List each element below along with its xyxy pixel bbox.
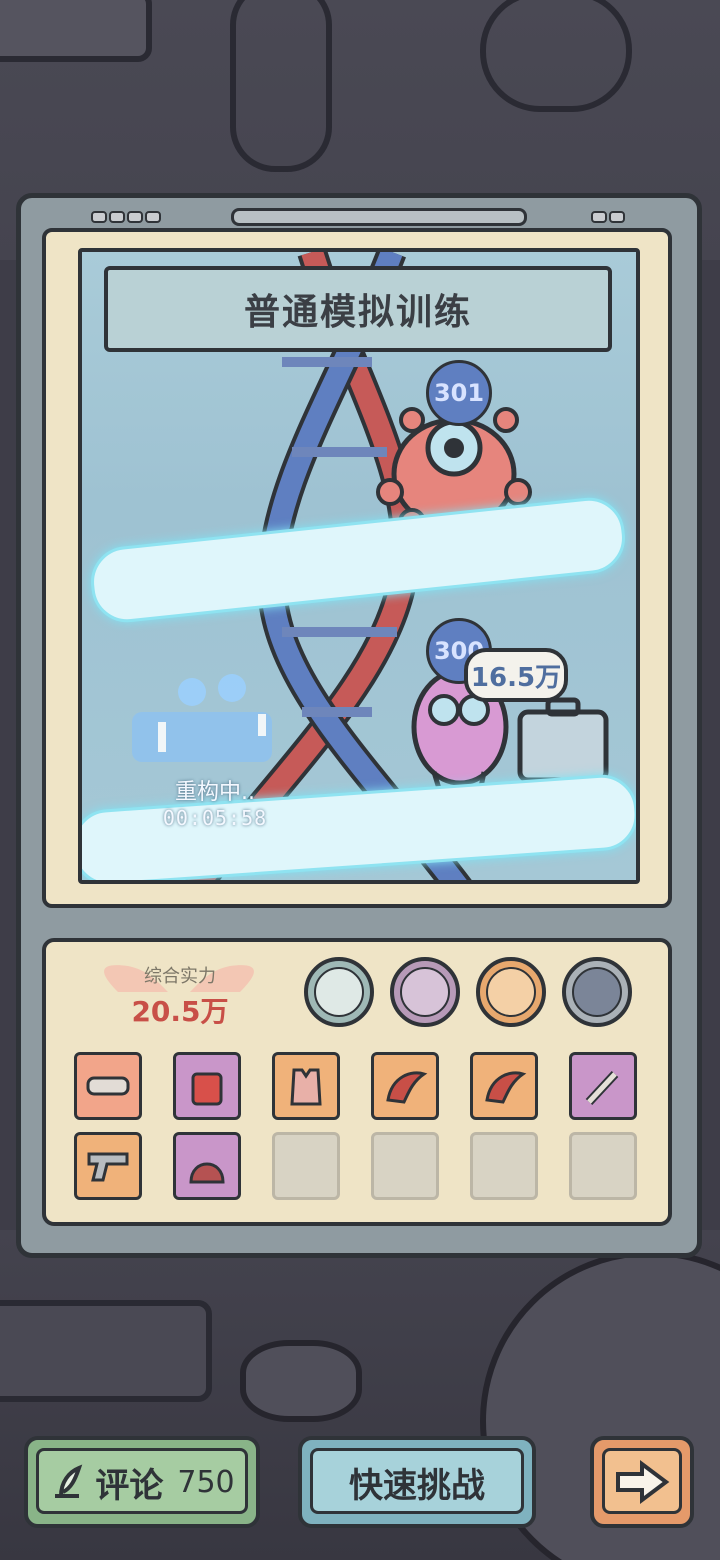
equipment-slot-pistol[interactable] xyxy=(74,1132,142,1200)
suitcase-icon xyxy=(517,697,609,783)
fast-challenge-button[interactable]: 快速挑战 xyxy=(298,1436,536,1528)
page-title: 普通模拟训练 xyxy=(243,292,472,333)
level-badge-upper: 301 xyxy=(426,360,492,426)
wing-boots-icon xyxy=(386,1071,428,1104)
equipment-slot-armor-vest[interactable] xyxy=(272,1052,340,1120)
equipment-slot-empty[interactable] xyxy=(371,1132,439,1200)
indicator-light xyxy=(145,211,161,223)
equipment-slot-helmet[interactable] xyxy=(173,1132,241,1200)
helmet-icon xyxy=(189,1162,225,1184)
rebuild-timer: 00:05:58 xyxy=(162,806,268,830)
indicator-light xyxy=(591,211,607,223)
wing-boots-icon xyxy=(485,1071,527,1104)
pipe xyxy=(480,0,632,112)
frame-slot xyxy=(231,208,527,226)
enemy-power-bubble: 16.5万 xyxy=(464,648,568,702)
comment-count: 750 xyxy=(177,1464,235,1500)
equipment-slot-wrench[interactable] xyxy=(569,1052,637,1120)
pipe xyxy=(230,0,332,172)
indicator-light xyxy=(127,211,143,223)
heal-skill-icon[interactable] xyxy=(562,957,632,1027)
fast-challenge-label: 快速挑战 xyxy=(349,1465,485,1506)
indicator-light xyxy=(609,211,625,223)
power-value: 20.5万 xyxy=(131,995,229,1028)
equipment-slot-wing-boots[interactable] xyxy=(371,1052,439,1120)
pistol-icon xyxy=(87,1152,129,1182)
pipe xyxy=(0,0,152,62)
enemy-power-value: 16.5万 xyxy=(470,662,562,693)
equipment-slot-tag[interactable] xyxy=(173,1052,241,1120)
comment-label: 评论 xyxy=(95,1465,164,1506)
equipment-slot-empty[interactable] xyxy=(569,1132,637,1200)
equipment-slot-empty[interactable] xyxy=(470,1132,538,1200)
equipment-slot-visor[interactable] xyxy=(74,1052,142,1120)
equipment-slot-empty[interactable] xyxy=(272,1132,340,1200)
equipment-slot-wing-boots-2[interactable] xyxy=(470,1052,538,1120)
chest-skill-icon[interactable] xyxy=(476,957,546,1027)
crate xyxy=(0,1300,212,1402)
quill-icon xyxy=(55,1464,83,1498)
hologram-machine-icon xyxy=(132,674,272,762)
title-plate: 普通模拟训练 xyxy=(104,266,612,352)
bucket xyxy=(240,1340,362,1422)
armor-vest-icon xyxy=(290,1068,322,1106)
next-button[interactable] xyxy=(590,1436,694,1528)
indicator-light xyxy=(109,211,125,223)
power-label: 综合实力 xyxy=(144,966,216,987)
angel-skill-icon[interactable] xyxy=(304,957,374,1027)
comment-button[interactable]: 评论 750 xyxy=(24,1436,260,1528)
rune-skill-icon[interactable] xyxy=(390,957,460,1027)
tag-icon xyxy=(191,1072,223,1106)
visor-icon xyxy=(86,1076,130,1096)
arrow-right-icon xyxy=(616,1460,670,1504)
indicator-light xyxy=(91,211,107,223)
rebuild-status: 重构中.. xyxy=(175,780,255,805)
wrench-icon xyxy=(585,1070,619,1106)
